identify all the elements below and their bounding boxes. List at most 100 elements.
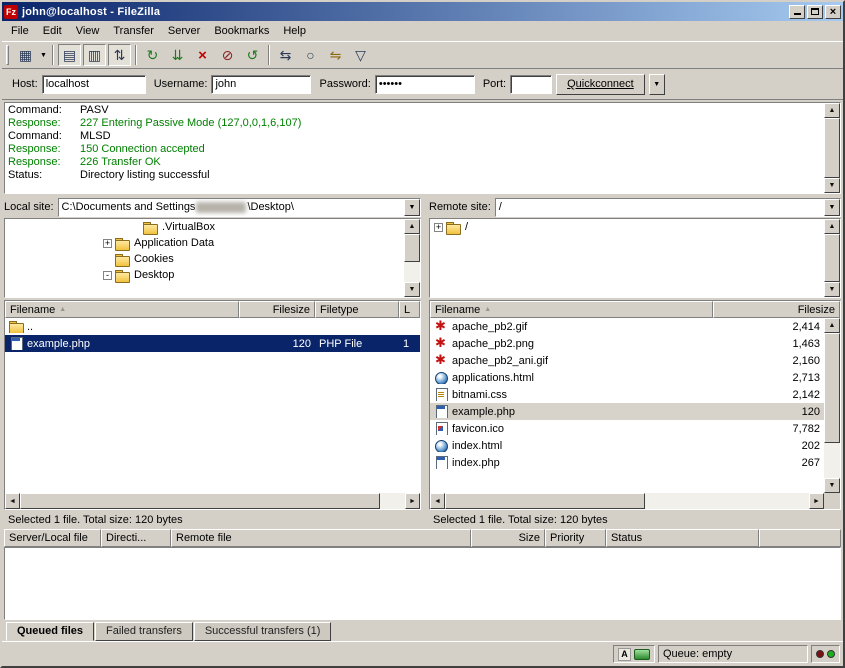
close-button[interactable]: × (825, 5, 841, 19)
file-row[interactable]: apache_pb2.png 1,463 (430, 335, 824, 352)
tab-queued-files[interactable]: Queued files (6, 622, 94, 641)
file-row[interactable]: apache_pb2.gif 2,414 (430, 318, 824, 335)
scroll-up-icon[interactable]: ▲ (824, 219, 840, 234)
menu-transfer[interactable]: Transfer (106, 23, 161, 39)
remote-list-vscrollbar[interactable]: ▲ ▼ (824, 318, 840, 493)
scroll-right-icon[interactable]: ► (809, 493, 824, 509)
cancel-icon[interactable]: × (191, 44, 214, 66)
tree-expander-icon[interactable] (103, 239, 112, 248)
directory-tree-toggle-icon[interactable]: ▥ (83, 44, 106, 66)
file-row[interactable]: index.php 267 (430, 454, 824, 471)
menu-help[interactable]: Help (276, 23, 313, 39)
tab-successful-transfers[interactable]: Successful transfers (1) (194, 622, 332, 641)
file-row-example-php[interactable]: example.php 120 (430, 403, 824, 420)
refresh-icon[interactable]: ↻ (141, 44, 164, 66)
transfer-queue-body[interactable] (4, 547, 841, 620)
quickconnect-dropdown-icon[interactable]: ▼ (649, 74, 665, 95)
column-header-lastmodified[interactable]: L (399, 301, 420, 318)
chevron-down-icon[interactable]: ▼ (404, 199, 420, 216)
file-row[interactable]: favicon.ico 7,782 (430, 420, 824, 437)
tree-item-cookies[interactable]: Cookies (5, 251, 420, 267)
log-scrollbar[interactable]: ▲ ▼ (824, 103, 840, 193)
remote-tree-scrollbar[interactable]: ▲ ▼ (824, 219, 840, 297)
menu-edit[interactable]: Edit (36, 23, 69, 39)
scrollbar-track[interactable] (404, 262, 420, 282)
scrollbar-thumb[interactable] (404, 234, 420, 262)
scroll-down-icon[interactable]: ▼ (404, 282, 420, 297)
directory-comparison-icon[interactable]: ⇆ (274, 44, 297, 66)
column-header-priority[interactable]: Priority (545, 529, 606, 547)
file-row[interactable]: bitnami.css 2,142 (430, 386, 824, 403)
file-row-parent-dir[interactable]: .. (5, 318, 420, 335)
scrollbar-track[interactable] (645, 493, 809, 509)
file-row-example-php[interactable]: example.php 120 PHP File 1 (5, 335, 420, 352)
tree-item-virtualbox[interactable]: .VirtualBox (5, 219, 420, 235)
menu-file[interactable]: File (4, 23, 36, 39)
scroll-down-icon[interactable]: ▼ (824, 282, 840, 297)
column-header-direction[interactable]: Directi... (101, 529, 171, 547)
scroll-up-icon[interactable]: ▲ (404, 219, 420, 234)
filter-icon[interactable]: ▽ (349, 44, 372, 66)
reconnect-icon[interactable]: ↺ (241, 44, 264, 66)
message-log-toggle-icon[interactable]: ▤ (58, 44, 81, 66)
scrollbar-thumb[interactable] (824, 333, 840, 443)
disconnect-icon[interactable]: ⊘ (216, 44, 239, 66)
sync-browsing-icon[interactable]: ⇋ (324, 44, 347, 66)
username-input[interactable] (211, 75, 311, 94)
file-row[interactable]: index.html 202 (430, 437, 824, 454)
scrollbar-track[interactable] (380, 493, 405, 509)
site-manager-dropdown-icon[interactable]: ▼ (38, 44, 49, 66)
scrollbar-thumb[interactable] (20, 493, 380, 509)
column-header-status[interactable]: Status (606, 529, 759, 547)
scrollbar-thumb[interactable] (445, 493, 645, 509)
column-header-filename[interactable]: Filename▲ (430, 301, 713, 318)
password-input[interactable] (375, 75, 475, 94)
scrollbar-thumb[interactable] (824, 118, 840, 178)
column-header-filetype[interactable]: Filetype (315, 301, 399, 318)
scroll-left-icon[interactable]: ◄ (5, 493, 20, 509)
local-tree-scrollbar[interactable]: ▲ ▼ (404, 219, 420, 297)
column-header-filename[interactable]: Filename▲ (5, 301, 239, 318)
tab-failed-transfers[interactable]: Failed transfers (95, 622, 193, 641)
chevron-down-icon[interactable]: ▼ (824, 199, 840, 216)
scroll-up-icon[interactable]: ▲ (824, 103, 840, 118)
file-row[interactable]: applications.html 2,713 (430, 369, 824, 386)
site-manager-icon[interactable]: ▦ (14, 44, 37, 66)
toolbar-grip[interactable] (6, 45, 9, 65)
tree-expander-icon[interactable] (434, 223, 443, 232)
tree-item-root[interactable]: / (430, 219, 840, 235)
port-input[interactable] (510, 75, 552, 94)
host-input[interactable] (42, 75, 146, 94)
maximize-button[interactable] (807, 5, 823, 19)
local-list-hscrollbar[interactable]: ◄ ► (5, 493, 420, 509)
minimize-button[interactable] (789, 5, 805, 19)
process-queue-icon[interactable]: ⇊ (166, 44, 189, 66)
scroll-right-icon[interactable]: ► (405, 493, 420, 509)
scroll-down-icon[interactable]: ▼ (824, 178, 840, 193)
column-header-filesize[interactable]: Filesize (713, 301, 840, 318)
scrollbar-thumb[interactable] (824, 234, 840, 282)
menu-server[interactable]: Server (161, 23, 207, 39)
transfer-queue-toggle-icon[interactable]: ⇅ (108, 44, 131, 66)
remote-path-combobox[interactable]: / ▼ (495, 198, 841, 217)
filesize-cell: 7,782 (713, 423, 824, 435)
quickconnect-button[interactable]: Quickconnect (556, 74, 645, 95)
css-file-icon (434, 388, 449, 401)
column-header-filesize[interactable]: Filesize (239, 301, 315, 318)
remote-list-hscrollbar[interactable]: ◄ ► (430, 493, 824, 509)
scroll-up-icon[interactable]: ▲ (824, 318, 840, 333)
column-header-size[interactable]: Size (471, 529, 545, 547)
scrollbar-track[interactable] (824, 443, 840, 478)
column-header-server-local-file[interactable]: Server/Local file (4, 529, 101, 547)
menu-bookmarks[interactable]: Bookmarks (207, 23, 276, 39)
file-row[interactable]: apache_pb2_ani.gif 2,160 (430, 352, 824, 369)
scroll-left-icon[interactable]: ◄ (430, 493, 445, 509)
column-header-remote-file[interactable]: Remote file (171, 529, 471, 547)
local-path-combobox[interactable]: C:\Documents and Settings \Desktop\ ▼ (58, 198, 421, 217)
file-search-icon[interactable]: ○ (299, 44, 322, 66)
menu-view[interactable]: View (69, 23, 107, 39)
tree-item-desktop[interactable]: Desktop (5, 267, 420, 283)
scroll-down-icon[interactable]: ▼ (824, 478, 840, 493)
tree-expander-icon[interactable] (103, 271, 112, 280)
tree-item-application-data[interactable]: Application Data (5, 235, 420, 251)
